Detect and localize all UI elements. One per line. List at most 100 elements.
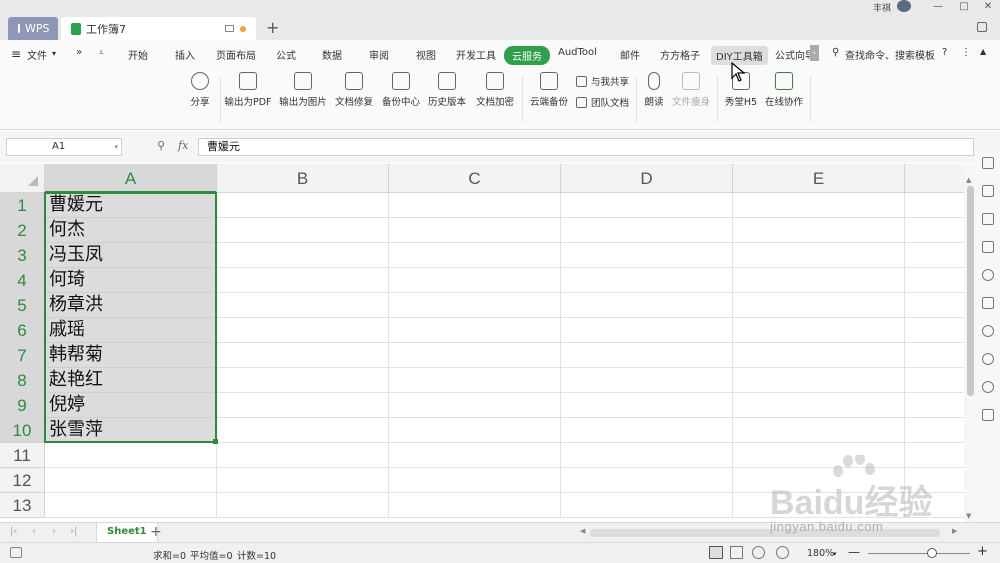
function-icon[interactable]: fx [178,139,188,152]
vertical-scrollbar[interactable]: ▲ ▼ [964,164,976,522]
menu-home[interactable]: 开始 [128,47,148,62]
property-icon[interactable] [982,213,994,225]
cursor-select-icon[interactable] [982,157,994,169]
column-header-d[interactable]: D [561,164,733,193]
doc-repair-button[interactable]: 文档修复 [333,72,375,108]
file-menu[interactable]: 文件 [27,47,47,62]
cell-c10[interactable] [389,418,561,443]
team-docs-button[interactable]: 团队文档 [576,95,629,109]
cell-e10[interactable] [733,418,905,443]
menu-view[interactable]: 视图 [416,47,436,62]
new-tab-button[interactable]: + [266,18,279,37]
zoom-slider-knob[interactable] [927,548,937,558]
last-sheet-icon[interactable]: ›| [70,526,77,537]
scroll-down-icon[interactable]: ▼ [966,512,971,520]
name-box[interactable]: A1 ▾ [6,138,122,156]
zoom-slider[interactable] [868,553,970,554]
archive-icon[interactable] [982,297,994,309]
star-icon[interactable] [982,269,994,281]
cell-c13[interactable] [389,493,561,518]
cell-a7[interactable]: 韩帮菊 [45,343,217,368]
cell-c9[interactable] [389,393,561,418]
backup-center-button[interactable]: 备份中心 [380,72,422,108]
chevron-down-icon[interactable]: ▾ [114,139,118,155]
online-collab-button[interactable]: 在线协作 [763,72,805,108]
help-icon[interactable] [982,381,994,393]
more-options-icon[interactable]: ⋮ [961,47,971,58]
monitor-icon[interactable] [225,25,234,32]
menu-insert[interactable]: 插入 [175,47,195,62]
hamburger-icon[interactable]: ≡ [11,47,21,61]
cell-c2[interactable] [389,218,561,243]
cell-b2[interactable] [217,218,389,243]
row-header-4[interactable]: 4 [0,268,45,293]
export-image-button[interactable]: 输出为图片 [278,72,328,108]
scroll-up-icon[interactable]: ▲ [966,176,971,184]
cell-b12[interactable] [217,468,389,493]
row-header-6[interactable]: 6 [0,318,45,343]
row-header-10[interactable]: 10 [0,418,45,443]
cell-a6[interactable]: 戚瑶 [45,318,217,343]
cell-f6[interactable] [905,318,964,343]
cell-c4[interactable] [389,268,561,293]
row-header-8[interactable]: 8 [0,368,45,393]
history-icon[interactable] [982,353,994,365]
document-tab[interactable]: 工作簿7 [61,17,256,40]
export-pdf-button[interactable]: 输出为PDF [224,72,272,108]
doc-encrypt-button[interactable]: 文档加密 [474,72,516,108]
macro-record-icon[interactable] [10,547,22,558]
cell-a2[interactable]: 何杰 [45,218,217,243]
zoom-dropdown-icon[interactable]: ▾ [833,550,837,558]
cell-e8[interactable] [733,368,905,393]
column-header-b[interactable]: B [217,164,389,193]
cell-e1[interactable] [733,193,905,218]
cell-f5[interactable] [905,293,964,318]
cell-a8[interactable]: 赵艳红 [45,368,217,393]
avatar[interactable] [897,0,911,12]
eye-protection-icon[interactable] [776,546,789,559]
cell-a10[interactable]: 张雪萍 [45,418,217,443]
cell-b7[interactable] [217,343,389,368]
read-aloud-button[interactable]: 朗读 [642,72,666,108]
cell-d2[interactable] [561,218,733,243]
first-sheet-icon[interactable]: |‹ [10,526,17,537]
row-header-5[interactable]: 5 [0,293,45,318]
cell-c8[interactable] [389,368,561,393]
comment-icon[interactable] [982,241,994,253]
page-break-view-icon[interactable] [730,546,743,559]
row-header-7[interactable]: 7 [0,343,45,368]
prev-sheet-icon[interactable]: ‹ [32,526,36,537]
chevron-down-icon[interactable]: ▾ [52,49,56,58]
cell-f2[interactable] [905,218,964,243]
sheet-tab-sheet1[interactable]: Sheet1 [96,523,158,542]
restore-panel-icon[interactable] [977,22,987,32]
cell-d7[interactable] [561,343,733,368]
menu-review[interactable]: 审阅 [369,47,389,62]
zoom-out-button[interactable]: — [848,545,860,559]
cell-b4[interactable] [217,268,389,293]
row-header-3[interactable]: 3 [0,243,45,268]
cell-d1[interactable] [561,193,733,218]
wps-home-tab[interactable]: WPS [8,17,58,40]
collapse-ribbon-icon[interactable]: ▲ [980,47,986,56]
fill-handle[interactable] [213,439,218,444]
row-header-1[interactable]: 1 [0,193,45,218]
page-layout-view-icon[interactable] [752,546,765,559]
cell-b3[interactable] [217,243,389,268]
normal-view-icon[interactable] [709,546,723,559]
more-left-icon[interactable]: » [76,47,82,58]
cell-d13[interactable] [561,493,733,518]
cell-c11[interactable] [389,443,561,468]
cell-f8[interactable] [905,368,964,393]
history-button[interactable]: 历史版本 [426,72,468,108]
menu-data[interactable]: 数据 [322,47,342,62]
quick-access-icon[interactable]: ⩡ [99,48,104,58]
cell-e2[interactable] [733,218,905,243]
menu-formula-wizard[interactable]: 公式向导 [775,47,811,62]
cell-d8[interactable] [561,368,733,393]
next-sheet-icon[interactable]: › [52,526,56,537]
cell-e5[interactable] [733,293,905,318]
menu-cloud-service[interactable]: 云服务 [504,46,550,65]
add-sheet-button[interactable]: + [150,524,162,540]
cell-e9[interactable] [733,393,905,418]
